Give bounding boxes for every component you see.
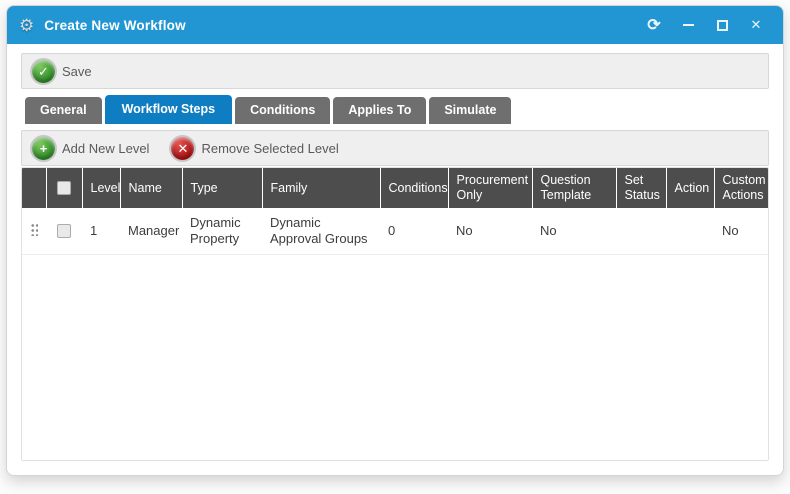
cell-question-template: No [532,208,616,254]
close-icon: ✕ [751,17,762,33]
save-toolbar: ✓ Save [21,53,769,89]
column-header-family: Family [262,168,380,208]
level-toolbar: + Add New Level ✕ Remove Selected Level [21,130,769,166]
drag-column-header [22,168,46,208]
table-row[interactable]: 1 Manager Dynamic Property Dynamic Appro… [22,208,769,254]
column-header-name: Name [120,168,182,208]
cell-level: 1 [82,208,120,254]
minimize-button[interactable] [675,13,701,37]
tab-simulate[interactable]: Simulate [429,97,511,124]
tab-conditions[interactable]: Conditions [235,97,330,124]
refresh-icon: ⟳ [647,15,660,35]
close-button[interactable]: ✕ [743,13,769,37]
column-header-custom-actions: Custom Actions [714,168,769,208]
column-header-level: Level [82,168,120,208]
table-header-row: Level Name Type Family Conditions Procur… [22,168,769,208]
gear-icon: ⚙ [19,17,34,34]
row-select-cell [46,208,82,254]
cell-set-status [616,208,666,254]
cell-action [666,208,714,254]
refresh-button[interactable]: ⟳ [641,13,667,37]
levels-table: Level Name Type Family Conditions Procur… [22,168,769,255]
dialog-window: ⚙ Create New Workflow ⟳ ✕ ✓ Save General… [6,5,784,476]
minimize-icon [683,24,694,26]
workflow-steps-grid: Level Name Type Family Conditions Procur… [21,167,769,461]
add-new-level-label: Add New Level [62,141,149,156]
save-button-label: Save [62,64,92,79]
maximize-button[interactable] [709,13,735,37]
column-header-type: Type [182,168,262,208]
maximize-icon [717,20,728,31]
row-drag-cell [22,208,46,254]
column-header-question-template: Question Template [532,168,616,208]
remove-selected-level-button[interactable]: ✕ Remove Selected Level [171,137,338,160]
dialog-content: ✓ Save General Workflow Steps Conditions… [7,44,783,475]
cell-type: Dynamic Property [182,208,262,254]
title-bar: ⚙ Create New Workflow ⟳ ✕ [7,6,783,44]
column-header-conditions: Conditions [380,168,448,208]
cell-conditions: 0 [380,208,448,254]
cell-name: Manager [120,208,182,254]
cell-family: Dynamic Approval Groups [262,208,380,254]
column-header-set-status: Set Status [616,168,666,208]
column-header-procurement-only: Procurement Only [448,168,532,208]
select-all-column-header [46,168,82,208]
add-plus-icon: + [32,137,55,160]
tab-workflow-steps[interactable]: Workflow Steps [105,95,233,124]
select-all-checkbox[interactable] [57,181,71,195]
cell-procurement-only: No [448,208,532,254]
column-header-action: Action [666,168,714,208]
save-check-icon: ✓ [32,60,55,83]
tab-bar: General Workflow Steps Conditions Applie… [25,95,769,124]
remove-selected-level-label: Remove Selected Level [201,141,338,156]
window-title: Create New Workflow [44,18,186,33]
save-button[interactable]: ✓ Save [32,60,92,83]
tab-applies-to[interactable]: Applies To [333,97,426,124]
row-checkbox[interactable] [57,224,71,238]
cell-custom-actions: No [714,208,769,254]
add-new-level-button[interactable]: + Add New Level [32,137,149,160]
tab-general[interactable]: General [25,97,102,124]
remove-x-icon: ✕ [171,137,194,160]
drag-handle-icon[interactable] [30,222,38,236]
